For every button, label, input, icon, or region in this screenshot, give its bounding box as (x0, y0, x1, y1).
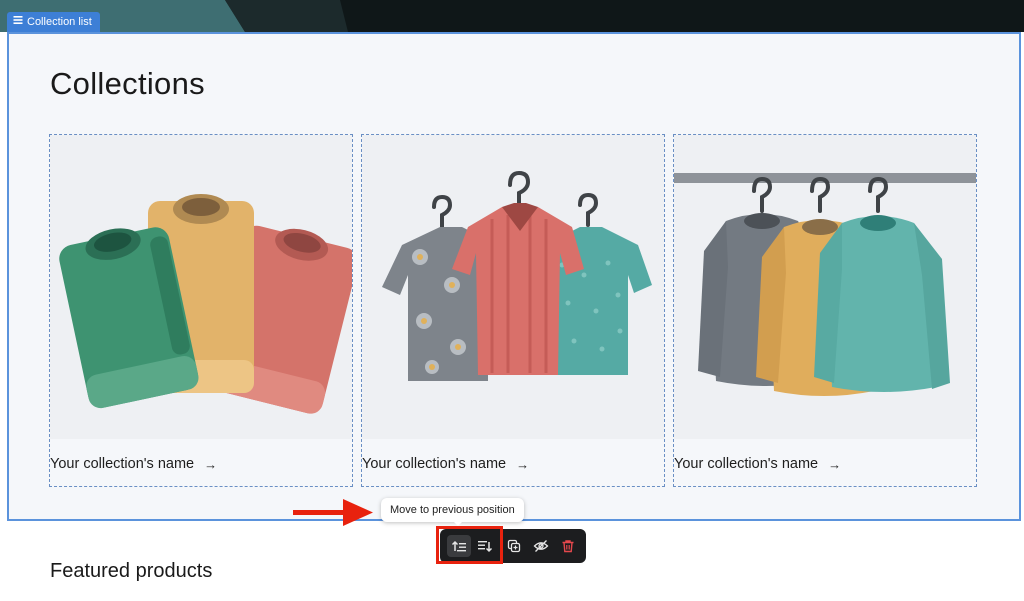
collection-card[interactable]: Your collection's name → (673, 134, 977, 487)
hide-icon (533, 540, 549, 552)
collection-name: Your collection's name (674, 456, 819, 472)
collection-card[interactable]: Your collection's name → (361, 134, 665, 487)
collection-name: Your collection's name (50, 456, 195, 472)
collection-name: Your collection's name (362, 456, 507, 472)
annotation-highlight-box (436, 526, 503, 564)
duplicate-icon (507, 539, 521, 553)
section-tag-label: Collection list (27, 16, 92, 28)
collection-title[interactable]: Your collection's name → (674, 456, 841, 472)
arrow-right-icon: → (516, 456, 530, 472)
delete-button[interactable] (556, 535, 580, 557)
rack-sweaters-illustration (674, 135, 976, 439)
duplicate-button[interactable] (502, 535, 526, 557)
collection-card[interactable]: Your collection's name → (49, 134, 353, 487)
section-title: Collections (50, 66, 205, 101)
collection-title[interactable]: Your collection's name → (50, 456, 217, 472)
list-icon (13, 12, 23, 32)
collection-title[interactable]: Your collection's name → (362, 456, 529, 472)
featured-products-title: Featured products (50, 560, 213, 582)
folded-shirts-illustration (50, 135, 352, 439)
hanging-shirts-illustration (362, 135, 664, 439)
arrow-right-icon: → (204, 456, 218, 472)
section-tag[interactable]: Collection list (7, 12, 100, 32)
delete-icon (562, 540, 574, 553)
arrow-right-icon: → (828, 456, 842, 472)
hide-button[interactable] (529, 535, 553, 557)
preview-header (0, 0, 1024, 32)
tooltip: Move to previous position (381, 498, 524, 522)
annotation-arrow-icon (293, 499, 373, 526)
